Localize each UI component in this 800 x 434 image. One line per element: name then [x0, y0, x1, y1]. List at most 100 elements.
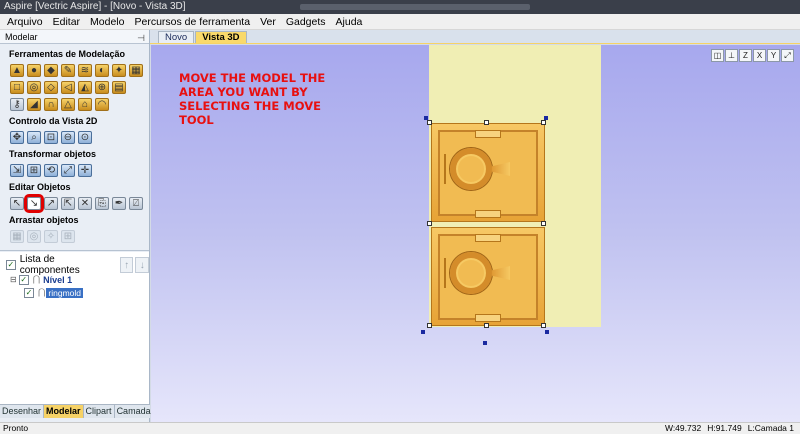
selection-handle-bl[interactable]	[427, 323, 432, 328]
menu-ver[interactable]: Ver	[255, 14, 281, 30]
block-copy-icon[interactable]: ⊞	[61, 230, 75, 243]
tab-vista-3d[interactable]: Vista 3D	[195, 31, 247, 43]
component-list-header: ✓ Lista de componentes ↑ ↓	[0, 252, 149, 276]
component-icon-small: ⋂	[38, 287, 46, 297]
move-up-icon[interactable]: ↑	[119, 257, 134, 273]
edit-objects-row: ↖ ↘ ↗ ⇱ ✕ ⎘ ✒ ⍁	[0, 194, 149, 213]
nest-icon[interactable]: ✧	[44, 230, 58, 243]
iso-view-icon[interactable]: ◫	[711, 49, 724, 62]
fit-view-icon[interactable]: ⤢	[781, 49, 794, 62]
mound-icon[interactable]: ◠	[95, 98, 109, 111]
tab-clipart[interactable]: Clipart	[84, 405, 115, 418]
tilt-icon[interactable]: ◁	[61, 81, 75, 94]
distort-icon[interactable]: ◭	[78, 81, 92, 94]
array-copy-icon[interactable]: ▦	[10, 230, 24, 243]
bell-icon[interactable]: ⌂	[78, 98, 92, 111]
move-object-icon[interactable]: ⇲	[10, 164, 24, 177]
selection-handle-bm[interactable]	[484, 323, 489, 328]
menu-editar[interactable]: Editar	[48, 14, 85, 30]
selection-handle-mr[interactable]	[541, 221, 546, 226]
selection-handle-bl-outer[interactable]	[421, 330, 425, 334]
component-icon[interactable]: ✦	[112, 64, 126, 77]
circular-array-icon[interactable]: ◎	[27, 230, 41, 243]
selection-handle-rotate[interactable]	[483, 341, 487, 345]
bitmap-icon[interactable]: ▦	[129, 64, 143, 77]
pin-icon[interactable]: ⊣	[137, 31, 145, 45]
level-label: Nível 1	[43, 274, 73, 285]
status-height: H:91.749	[707, 423, 742, 433]
selection-handle-tm[interactable]	[484, 120, 489, 125]
component-label[interactable]: ringmold	[46, 287, 83, 298]
pen-icon[interactable]: ✒	[112, 197, 126, 210]
x-view-icon[interactable]: X	[753, 49, 766, 62]
key-icon[interactable]: ⚷	[10, 98, 24, 111]
rotate-icon[interactable]: ⟲	[44, 164, 58, 177]
offset-icon[interactable]: ◎	[27, 81, 41, 94]
selection-handle-br[interactable]	[541, 323, 546, 328]
move-down-icon[interactable]: ↓	[135, 257, 149, 273]
flatten-icon[interactable]: □	[10, 81, 24, 94]
two-rail-sweep-icon[interactable]: ●	[27, 64, 41, 77]
ringmold-model[interactable]	[431, 123, 545, 328]
delete-object-icon[interactable]: ✕	[78, 197, 92, 210]
menu-ajuda[interactable]: Ajuda	[331, 14, 368, 30]
extrude-icon[interactable]: ◆	[44, 64, 58, 77]
zoom-previous-icon[interactable]: ⊙	[78, 131, 92, 144]
section-transform: Transformar objetos	[9, 149, 97, 159]
select-arrow-icon[interactable]: ↖	[10, 197, 24, 210]
arch-icon[interactable]: ∩	[44, 98, 58, 111]
scale-icon[interactable]: ⤢	[61, 164, 75, 177]
move-tool-icon[interactable]: ↘	[24, 194, 44, 213]
tab-novo[interactable]: Novo	[158, 31, 195, 43]
mold-notch-bottom-lower	[475, 314, 501, 322]
sidebar-bottom-tabs: Desenhar Modelar Clipart Camadas	[0, 404, 159, 418]
mirror-icon[interactable]: ◐	[95, 64, 109, 77]
selection-handle-tl[interactable]	[427, 120, 432, 125]
zoom-out-icon[interactable]: ⊖	[61, 131, 75, 144]
selection-handle-ml[interactable]	[427, 221, 432, 226]
component-list-checkbox[interactable]: ✓	[6, 260, 16, 270]
measure-icon[interactable]: ⍁	[129, 197, 143, 210]
slice-icon[interactable]: ▤	[112, 81, 126, 94]
cone-icon[interactable]: △	[61, 98, 75, 111]
level-checkbox[interactable]: ✓	[18, 274, 29, 285]
collapse-icon[interactable]: ⊟	[10, 275, 17, 284]
mold-sprue-bottom	[434, 258, 446, 288]
node-edit-icon[interactable]: ↗	[44, 197, 58, 210]
view-orientation-toolbar: ◫ ⊥ Z X Y ⤢	[711, 49, 794, 62]
shape-editor-icon[interactable]: ▲	[10, 64, 24, 77]
top-view-icon[interactable]: ⊥	[725, 49, 738, 62]
pan-icon[interactable]: ✥	[10, 131, 24, 144]
mold-notch-top-upper	[475, 130, 501, 138]
menu-modelo[interactable]: Modelo	[85, 14, 129, 30]
tree-component-row[interactable]: ✓ ⋂ ringmold	[0, 287, 149, 298]
tab-desenhar[interactable]: Desenhar	[0, 405, 45, 418]
z-view-icon[interactable]: Z	[739, 49, 752, 62]
ring-shape-top	[450, 148, 492, 190]
selection-handle-tr[interactable]	[541, 120, 546, 125]
create-texture-icon[interactable]: ≋	[78, 64, 92, 77]
sculpt-icon[interactable]: ✎	[61, 64, 75, 77]
titlebar-decoration	[300, 4, 530, 10]
transform-mode-icon[interactable]: ⇱	[61, 197, 75, 210]
instruction-annotation: MOVE THE MODEL THE AREA YOU WANT BY SELE…	[179, 71, 326, 127]
center-icon[interactable]: ✛	[78, 164, 92, 177]
menu-arquivo[interactable]: Arquivo	[2, 14, 48, 30]
transform-row: ⇲ ⊞ ⟲ ⤢ ✛	[0, 164, 149, 177]
merge-icon[interactable]: ⊕	[95, 81, 109, 94]
menu-gadgets[interactable]: Gadgets	[281, 14, 331, 30]
y-view-icon[interactable]: Y	[767, 49, 780, 62]
3d-viewport[interactable]: MOVE THE MODEL THE AREA YOU WANT BY SELE…	[151, 45, 800, 422]
dome-icon[interactable]: ◢	[27, 98, 41, 111]
zoom-icon[interactable]: ⌕	[27, 131, 41, 144]
align-icon[interactable]: ⊞	[27, 164, 41, 177]
tab-modelar[interactable]: Modelar	[44, 405, 84, 418]
modeling-sidebar: Modelar ⊣ Ferramentas de Modelação ▲ ● ◆…	[0, 30, 159, 423]
drag-objects-row: ▦ ◎ ✧ ⊞	[0, 230, 149, 243]
fade-icon[interactable]: ◇	[44, 81, 58, 94]
zoom-extents-icon[interactable]: ⊡	[44, 131, 58, 144]
menu-percursos[interactable]: Percursos de ferramenta	[130, 14, 256, 30]
component-checkbox[interactable]: ✓	[24, 287, 34, 298]
copy-object-icon[interactable]: ⎘	[95, 197, 109, 210]
selection-handle-br-outer[interactable]	[545, 330, 549, 334]
